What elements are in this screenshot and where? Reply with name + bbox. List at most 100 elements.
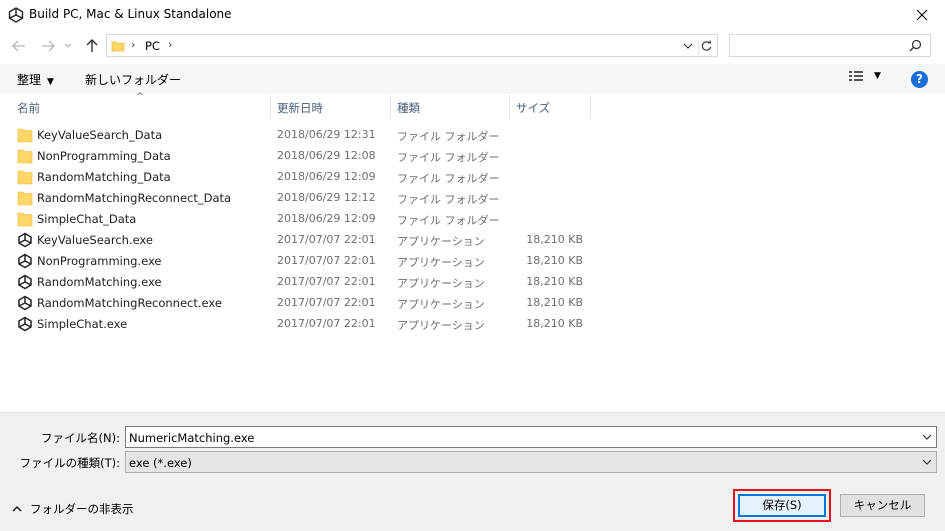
unity-icon: [18, 232, 32, 248]
recent-locations-button[interactable]: [61, 36, 75, 56]
save-form-panel: ファイル名(N): NumericMatching.exe ファイルの種類(T)…: [0, 412, 945, 531]
breadcrumb-chevron-icon[interactable]: ›: [168, 38, 172, 51]
refresh-icon[interactable]: [698, 38, 714, 54]
folder-icon: [111, 41, 125, 52]
search-input[interactable]: [729, 34, 931, 57]
caret-down-icon: ▼: [47, 77, 54, 87]
file-type: ファイル フォルダー: [397, 193, 500, 206]
help-icon[interactable]: ?: [911, 71, 928, 88]
file-row[interactable]: RandomMatchingReconnect_Data 2018/06/29 …: [0, 187, 600, 208]
title-bar: Build PC, Mac & Linux Standalone: [0, 0, 945, 30]
file-type: アプリケーション: [397, 319, 485, 332]
file-row[interactable]: KeyValueSearch_Data 2018/06/29 12:31 ファイ…: [0, 124, 600, 145]
file-row[interactable]: KeyValueSearch.exe 2017/07/07 22:01 アプリケ…: [0, 229, 600, 250]
file-row[interactable]: RandomMatching_Data 2018/06/29 12:09 ファイ…: [0, 166, 600, 187]
file-name: RandomMatching_Data: [37, 170, 171, 184]
file-type: アプリケーション: [397, 256, 485, 269]
column-header-type[interactable]: 種類: [391, 95, 510, 119]
chevron-down-icon: [922, 459, 932, 465]
file-row[interactable]: NonProgramming_Data 2018/06/29 12:08 ファイ…: [0, 145, 600, 166]
file-size: 18,210 KB: [526, 254, 583, 267]
file-row[interactable]: NonProgramming.exe 2017/07/07 22:01 アプリケ…: [0, 250, 600, 271]
filetype-select[interactable]: exe (*.exe): [125, 451, 937, 473]
file-name: RandomMatchingReconnect.exe: [37, 296, 222, 310]
filetype-label: ファイルの種類(T):: [19, 456, 120, 470]
file-date: 2017/07/07 22:01: [277, 275, 376, 288]
file-type: アプリケーション: [397, 277, 485, 290]
unity-icon: [18, 316, 32, 332]
file-type: ファイル フォルダー: [397, 151, 500, 164]
up-button[interactable]: [82, 36, 102, 56]
new-folder-button[interactable]: 新しいフォルダー: [85, 71, 181, 88]
file-row[interactable]: SimpleChat_Data 2018/06/29 12:09 ファイル フォ…: [0, 208, 600, 229]
file-type: ファイル フォルダー: [397, 214, 500, 227]
unity-icon: [18, 274, 32, 290]
cancel-button[interactable]: キャンセル: [840, 494, 925, 517]
change-view-button[interactable]: ▼: [848, 70, 881, 82]
arrow-up-icon: [86, 39, 98, 52]
column-headers: ^ 名前 更新日時 種類 サイズ: [0, 92, 945, 119]
file-name: SimpleChat.exe: [37, 317, 128, 331]
breadcrumb-chevron-icon[interactable]: ›: [131, 38, 135, 51]
file-date: 2018/06/29 12:31: [277, 128, 376, 141]
column-header-size[interactable]: サイズ: [510, 95, 591, 119]
window-title: Build PC, Mac & Linux Standalone: [29, 7, 232, 21]
details-view-icon: [849, 71, 863, 81]
hide-folders-toggle[interactable]: フォルダーの非表示: [12, 501, 134, 517]
column-header-size-label: サイズ: [516, 101, 551, 115]
file-date: 2017/07/07 22:01: [277, 254, 376, 267]
file-size: 18,210 KB: [526, 317, 583, 330]
file-type: ファイル フォルダー: [397, 172, 500, 185]
filename-label: ファイル名(N):: [41, 431, 120, 445]
file-date: 2017/07/07 22:01: [277, 296, 376, 309]
column-header-date[interactable]: 更新日時: [271, 95, 391, 119]
unity-icon: [18, 295, 32, 311]
file-row[interactable]: RandomMatchingReconnect.exe 2017/07/07 2…: [0, 292, 600, 313]
save-button[interactable]: 保存(S): [738, 494, 826, 517]
file-name: SimpleChat_Data: [37, 212, 137, 226]
chevron-down-icon[interactable]: [681, 39, 695, 53]
close-icon: [916, 9, 928, 21]
forward-button[interactable]: [38, 36, 58, 56]
address-bar[interactable]: › PC ›: [106, 34, 718, 57]
filename-value: NumericMatching.exe: [129, 431, 255, 445]
arrow-right-icon: [42, 40, 55, 52]
breadcrumb-item-pc[interactable]: PC: [145, 39, 160, 53]
folder-icon: [17, 191, 33, 206]
back-button[interactable]: [9, 36, 29, 56]
file-date: 2018/06/29 12:09: [277, 212, 376, 225]
close-button[interactable]: [899, 0, 945, 30]
file-name: KeyValueSearch_Data: [37, 128, 163, 142]
file-row[interactable]: RandomMatching.exe 2017/07/07 22:01 アプリケ…: [0, 271, 600, 292]
file-name: KeyValueSearch.exe: [37, 233, 153, 247]
file-name: NonProgramming.exe: [37, 254, 162, 268]
search-icon: [909, 39, 922, 52]
caret-down-icon: ▼: [874, 71, 881, 81]
chevron-down-icon[interactable]: [922, 432, 932, 442]
navigation-bar: › PC ›: [0, 33, 945, 59]
file-date: 2017/07/07 22:01: [277, 317, 376, 330]
file-type: アプリケーション: [397, 235, 485, 248]
filename-field[interactable]: NumericMatching.exe: [125, 426, 937, 448]
unity-icon: [8, 7, 24, 23]
column-header-name-label: 名前: [17, 101, 40, 115]
file-type: アプリケーション: [397, 298, 485, 311]
chevron-down-icon: [64, 43, 72, 48]
folder-icon: [17, 212, 33, 227]
filetype-value: exe (*.exe): [129, 456, 192, 470]
hide-folders-label: フォルダーの非表示: [30, 502, 134, 516]
file-name: RandomMatchingReconnect_Data: [37, 191, 232, 205]
column-header-name[interactable]: 名前: [0, 95, 271, 119]
folder-icon: [17, 128, 33, 143]
file-size: 18,210 KB: [526, 275, 583, 288]
chevron-up-icon: [12, 505, 22, 512]
file-type: ファイル フォルダー: [397, 130, 500, 143]
organize-button[interactable]: 整理 ▼: [17, 71, 54, 88]
file-size: 18,210 KB: [526, 233, 583, 246]
file-date: 2018/06/29 12:08: [277, 149, 376, 162]
arrow-left-icon: [12, 40, 25, 52]
organize-label: 整理: [17, 73, 42, 87]
file-row[interactable]: SimpleChat.exe 2017/07/07 22:01 アプリケーション…: [0, 313, 600, 334]
file-date: 2018/06/29 12:12: [277, 191, 376, 204]
column-header-date-label: 更新日時: [277, 101, 323, 115]
